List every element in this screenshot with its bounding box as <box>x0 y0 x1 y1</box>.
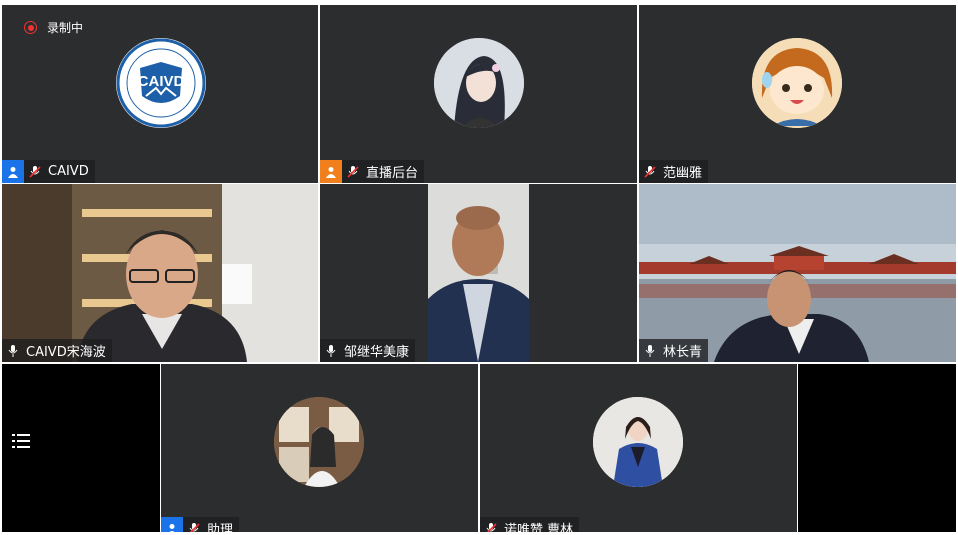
participant-tile-lin[interactable]: 林长青 <box>639 184 956 362</box>
caivd-logo-avatar: CAIVD <box>116 38 206 128</box>
mic-muted-icon <box>342 160 364 183</box>
participant-tile-cao[interactable]: 诺唯赞 曹林 <box>480 364 797 532</box>
video-feed <box>639 184 956 362</box>
mic-muted-icon <box>639 160 661 183</box>
participant-name: 范幽雅 <box>663 166 703 181</box>
participant-name: CAIVD <box>48 164 89 179</box>
name-tag: CAIVD宋海波 <box>2 339 112 362</box>
participant-name: 邹继华美康 <box>344 345 410 360</box>
participant-tile-fan[interactable]: 范幽雅 <box>639 5 956 183</box>
participant-name: 诺唯赞 曹林 <box>504 523 574 532</box>
woman-photo-avatar <box>274 397 364 487</box>
participant-tile-zou[interactable]: 邹继华美康 <box>320 184 637 362</box>
left-side-panel <box>2 364 160 532</box>
video-feed <box>2 184 318 362</box>
name-tag: 范幽雅 <box>639 160 709 183</box>
mic-muted-icon <box>480 517 502 532</box>
participant-tile-caivd[interactable]: 录制中 CAIVD CAIVD <box>2 5 318 183</box>
mic-muted-icon <box>183 517 205 532</box>
participant-tile-broadcast[interactable]: 直播后台 <box>320 5 637 183</box>
woman-in-blue-suit-avatar <box>593 397 683 487</box>
participant-tile-song[interactable]: CAIVD宋海波 <box>2 184 318 362</box>
cohost-badge-icon <box>320 160 342 183</box>
mic-icon <box>639 339 661 362</box>
host-badge-icon <box>161 517 183 532</box>
cartoon-girl-avatar <box>752 38 842 128</box>
participant-name: 直播后台 <box>366 166 419 181</box>
name-tag: 诺唯赞 曹林 <box>480 517 580 532</box>
participant-tile-assistant[interactable]: 助理 <box>161 364 478 532</box>
mic-icon <box>320 339 342 362</box>
name-tag: 邹继华美康 <box>320 339 416 362</box>
name-tag: 助理 <box>161 517 240 532</box>
record-icon <box>24 21 37 34</box>
right-side-panel <box>798 364 956 532</box>
video-feed <box>428 184 529 362</box>
meeting-gallery-view: 录制中 CAIVD CAIVD 直播后台 范幽雅 CAIVD宋海波 邹继华美康 … <box>0 0 958 535</box>
name-tag: 林长青 <box>639 339 709 362</box>
name-tag: CAIVD <box>2 160 95 183</box>
participant-name: 助理 <box>207 523 234 532</box>
anime-girl-avatar <box>434 38 524 128</box>
mic-muted-icon <box>24 160 46 183</box>
mic-icon <box>2 339 24 362</box>
host-badge-icon <box>2 160 24 183</box>
participant-name: 林长青 <box>663 345 703 360</box>
caivd-logo-text: CAIVD <box>138 73 185 90</box>
list-menu-icon[interactable] <box>6 426 36 456</box>
recording-label: 录制中 <box>47 21 84 35</box>
name-tag: 直播后台 <box>320 160 425 183</box>
participant-name: CAIVD宋海波 <box>26 345 106 360</box>
recording-indicator: 录制中 <box>24 19 83 36</box>
